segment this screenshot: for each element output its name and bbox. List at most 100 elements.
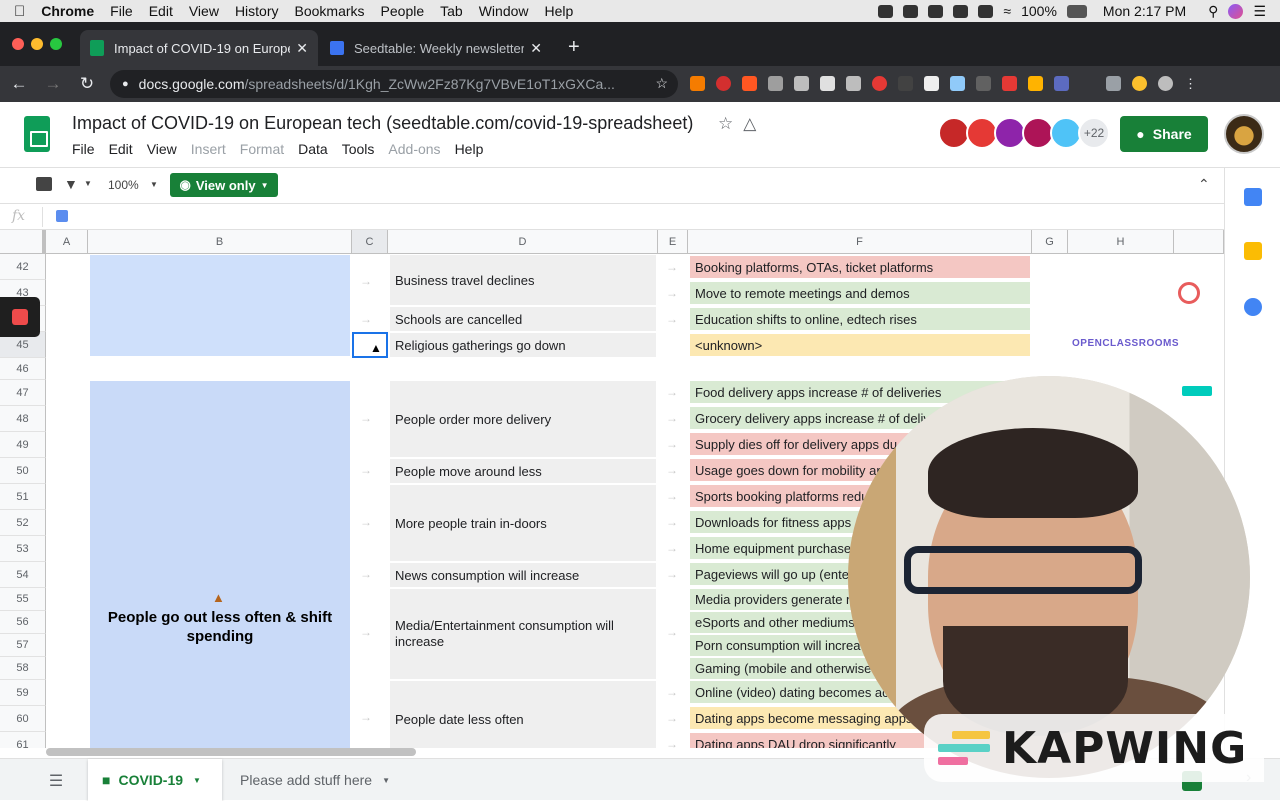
cell-f[interactable]: Move to remote meetings and demos — [690, 282, 1030, 304]
close-window-button[interactable] — [12, 38, 24, 50]
bookmark-star-icon[interactable]: ☆ — [655, 75, 668, 92]
group-cell-b-top[interactable] — [90, 255, 350, 356]
cell-d[interactable]: Religious gatherings go down — [390, 333, 656, 357]
row-header[interactable]: 54 — [0, 562, 46, 588]
browser-tab[interactable]: Seedtable: Weekly newsletter ✕ — [320, 30, 552, 66]
row-header[interactable]: 48 — [0, 406, 46, 432]
reading-list-icon[interactable] — [1106, 76, 1121, 91]
menu-file[interactable]: File — [72, 141, 95, 157]
cell-d[interactable]: People date less often — [390, 681, 656, 748]
extension-icon[interactable] — [1080, 76, 1095, 91]
menu-tools[interactable]: Tools — [342, 141, 375, 157]
recording-indicator[interactable] — [0, 297, 40, 337]
extension-icon[interactable] — [1028, 76, 1043, 91]
sheet-tab-active[interactable]: ■ COVID-19 ▼ — [88, 759, 222, 801]
extension-icon[interactable] — [976, 76, 991, 91]
cell-f[interactable]: Education shifts to online, edtech rises — [690, 308, 1030, 330]
reload-icon[interactable]: ↻ — [72, 74, 102, 94]
menu-insert[interactable]: Insert — [191, 141, 226, 157]
extension-icon[interactable] — [924, 76, 939, 91]
close-tab-icon[interactable]: ✕ — [296, 40, 308, 57]
new-tab-icon[interactable]: + — [568, 36, 580, 59]
row-header[interactable]: 50 — [0, 458, 46, 484]
back-icon[interactable]: ← — [4, 74, 34, 94]
extension-icon[interactable] — [742, 76, 757, 91]
doc-title[interactable]: Impact of COVID-19 on European tech (see… — [72, 113, 693, 134]
group-cell-b[interactable] — [90, 381, 350, 748]
menu-tab[interactable]: Tab — [440, 3, 463, 19]
menu-view[interactable]: View — [189, 3, 219, 19]
minimize-window-button[interactable] — [31, 38, 43, 50]
menu-help[interactable]: Help — [545, 3, 574, 19]
extension-icon[interactable] — [898, 76, 913, 91]
menu-format[interactable]: Format — [240, 141, 284, 157]
row-header[interactable]: 58 — [0, 657, 46, 680]
column-header-g[interactable]: G — [1032, 230, 1068, 254]
keep-icon[interactable] — [1244, 242, 1262, 260]
row-header[interactable]: 60 — [0, 706, 46, 732]
column-header-b[interactable]: B — [88, 230, 352, 254]
calendar-icon[interactable] — [1244, 188, 1262, 206]
row-header[interactable]: 47 — [0, 380, 46, 406]
account-avatar[interactable] — [1224, 114, 1264, 154]
select-all-corner[interactable] — [0, 230, 46, 254]
apple-icon[interactable]:  — [14, 3, 25, 20]
extension-icon[interactable] — [846, 76, 861, 91]
close-tab-icon[interactable]: ✕ — [530, 40, 542, 57]
status-icon[interactable] — [878, 4, 894, 18]
address-bar[interactable]: ● docs.google.com /spreadsheets/d/1Kgh_Z… — [110, 70, 678, 98]
column-header-d[interactable]: D — [388, 230, 658, 254]
wifi-icon[interactable]: ≈ — [1003, 3, 1011, 19]
share-button[interactable]: ● Share — [1120, 116, 1208, 152]
status-icon[interactable] — [953, 4, 969, 18]
browser-tab-active[interactable]: Impact of COVID-19 on Europe ✕ — [80, 30, 318, 66]
column-header-e[interactable]: E — [658, 230, 688, 254]
spotlight-icon[interactable]: ⚲ — [1208, 3, 1218, 20]
print-icon[interactable] — [36, 177, 52, 191]
extension-icon[interactable] — [950, 76, 965, 91]
row-header[interactable]: 46 — [0, 358, 46, 380]
chrome-menu-icon[interactable]: ⋮ — [1184, 76, 1199, 91]
row-header[interactable]: 49 — [0, 432, 46, 458]
star-icon[interactable]: ☆ — [718, 114, 733, 134]
menu-view[interactable]: View — [147, 141, 177, 157]
all-sheets-icon[interactable]: ☰ — [46, 771, 66, 790]
profile-icon[interactable] — [1158, 76, 1173, 91]
filter-dropdown-icon[interactable]: ▼ — [84, 179, 92, 188]
formula-bar[interactable]: fx — [0, 204, 1224, 230]
cell-d[interactable]: People order more delivery — [390, 381, 656, 457]
cell-d[interactable]: Media/Entertainment consumption will inc… — [390, 589, 656, 679]
notification-center-icon[interactable]: ☰ — [1253, 3, 1266, 20]
menu-bookmarks[interactable]: Bookmarks — [295, 3, 365, 19]
status-icon[interactable] — [928, 4, 944, 18]
extension-icon[interactable] — [1132, 76, 1147, 91]
menu-people[interactable]: People — [381, 3, 425, 19]
menu-addons[interactable]: Add-ons — [388, 141, 440, 157]
extension-icon[interactable] — [794, 76, 809, 91]
view-only-button[interactable]: ◉ View only ▼ — [170, 173, 278, 197]
status-icon[interactable] — [903, 4, 919, 18]
collapse-toolbar-icon[interactable]: ⌃ — [1198, 176, 1210, 193]
menu-edit[interactable]: Edit — [109, 141, 133, 157]
row-header[interactable]: 55 — [0, 588, 46, 611]
menu-history[interactable]: History — [235, 3, 279, 19]
extension-icon[interactable] — [1002, 76, 1017, 91]
tasks-icon[interactable] — [1244, 298, 1262, 316]
column-header-a[interactable]: A — [46, 230, 88, 254]
menu-window[interactable]: Window — [479, 3, 529, 19]
zoom-window-button[interactable] — [50, 38, 62, 50]
cell-d[interactable]: News consumption will increase — [390, 563, 656, 587]
extension-icon[interactable] — [1054, 76, 1069, 91]
row-header[interactable]: 53 — [0, 536, 46, 562]
zoom-select[interactable]: 100% — [108, 178, 139, 192]
column-header-h[interactable]: H — [1068, 230, 1174, 254]
zoom-dropdown-icon[interactable]: ▼ — [150, 180, 158, 189]
cell-d[interactable]: People move around less — [390, 459, 656, 483]
row-header[interactable]: 51 — [0, 484, 46, 510]
row-header[interactable]: 52 — [0, 510, 46, 536]
menu-data[interactable]: Data — [298, 141, 328, 157]
row-header[interactable]: 42 — [0, 254, 46, 280]
cell-d[interactable]: Schools are cancelled — [390, 307, 656, 331]
extension-icon[interactable] — [872, 76, 887, 91]
cell-d[interactable]: More people train in-doors — [390, 485, 656, 561]
